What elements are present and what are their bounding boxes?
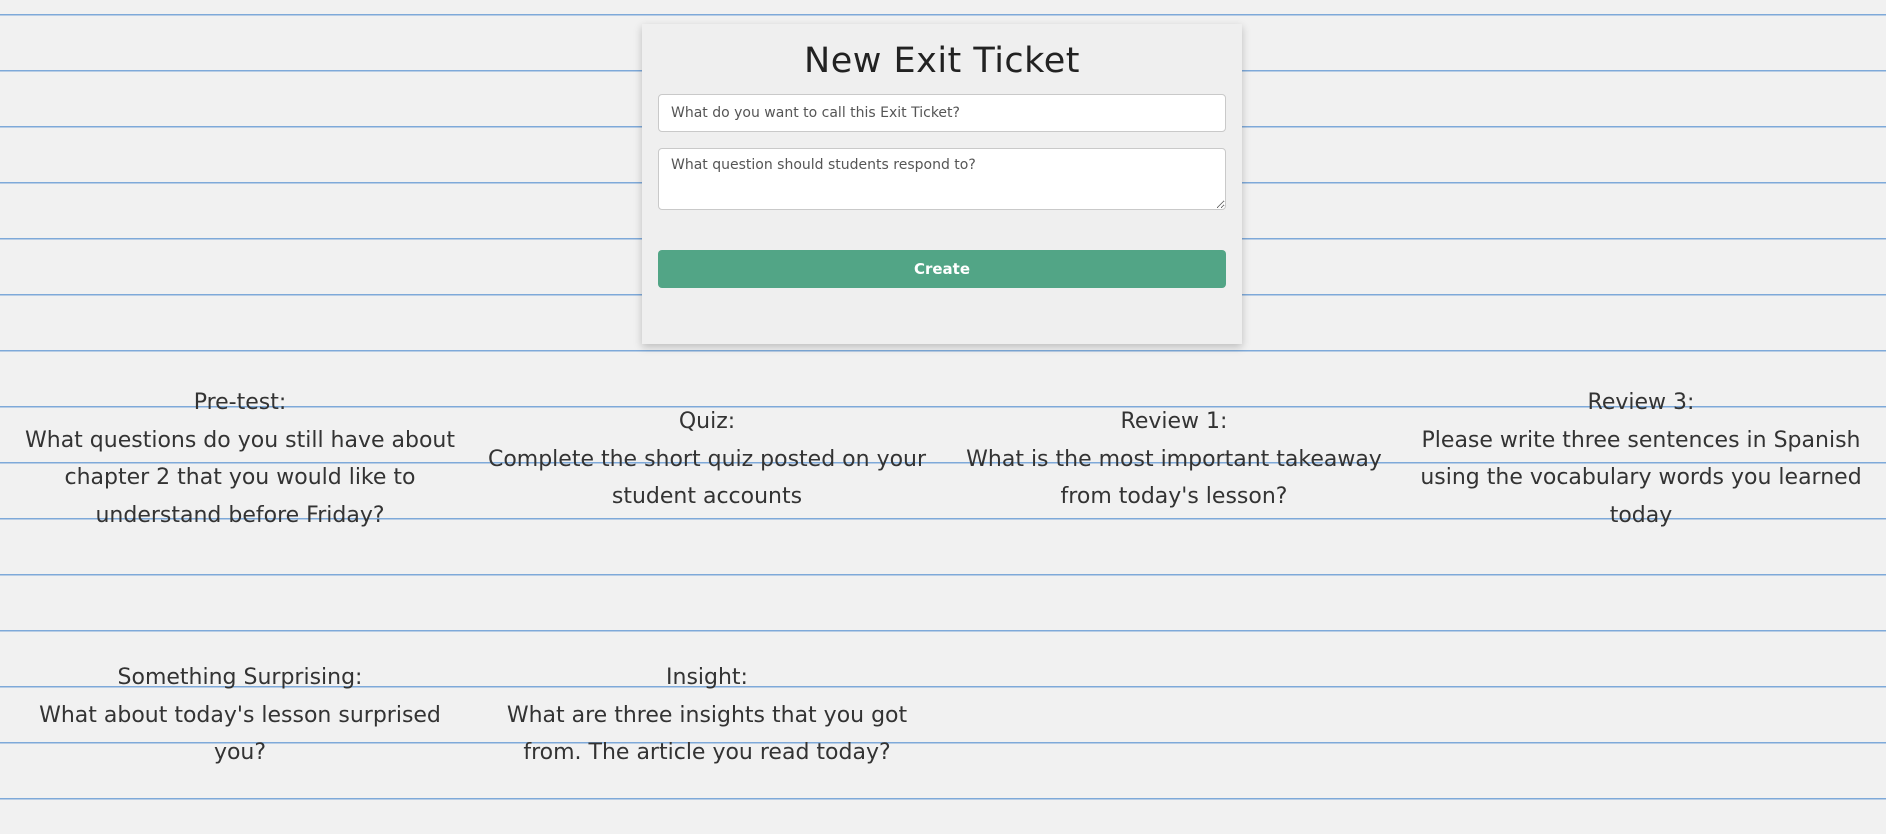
ticket-title: Pre-test: bbox=[193, 390, 287, 415]
ticket-title: Insight: bbox=[666, 665, 748, 690]
ticket-card[interactable]: Insight: What are three insights that yo… bbox=[482, 659, 932, 772]
ticket-card[interactable]: Review 3: Please write three sentences i… bbox=[1416, 384, 1866, 534]
ticket-question: What is the most important takeaway from… bbox=[966, 446, 1382, 510]
ticket-question: What about today's lesson surprised you? bbox=[39, 702, 441, 766]
ticket-question: Complete the short quiz posted on your s… bbox=[487, 446, 927, 510]
new-exit-ticket-form: New Exit Ticket Create bbox=[642, 24, 1242, 344]
ticket-card[interactable]: Quiz: Complete the short quiz posted on … bbox=[482, 403, 932, 516]
ticket-title: Something Surprising: bbox=[117, 665, 363, 690]
ticket-question: What are three insights that you got fro… bbox=[506, 702, 908, 766]
create-button[interactable]: Create bbox=[658, 250, 1226, 288]
ticket-question-input[interactable] bbox=[658, 148, 1226, 210]
ticket-card[interactable]: Review 1: What is the most important tak… bbox=[949, 403, 1399, 516]
ticket-question: Please write three sentences in Spanish … bbox=[1420, 427, 1862, 528]
ticket-question: What questions do you still have about c… bbox=[25, 427, 455, 528]
ticket-name-input[interactable] bbox=[658, 94, 1226, 132]
ticket-card[interactable]: Something Surprising: What about today's… bbox=[15, 659, 465, 772]
ticket-title: Review 1: bbox=[1120, 409, 1228, 434]
ticket-card[interactable]: Pre-test: What questions do you still ha… bbox=[15, 384, 465, 534]
ticket-title: Review 3: bbox=[1587, 390, 1695, 415]
ticket-title: Quiz: bbox=[678, 409, 736, 434]
form-title: New Exit Ticket bbox=[804, 41, 1080, 81]
